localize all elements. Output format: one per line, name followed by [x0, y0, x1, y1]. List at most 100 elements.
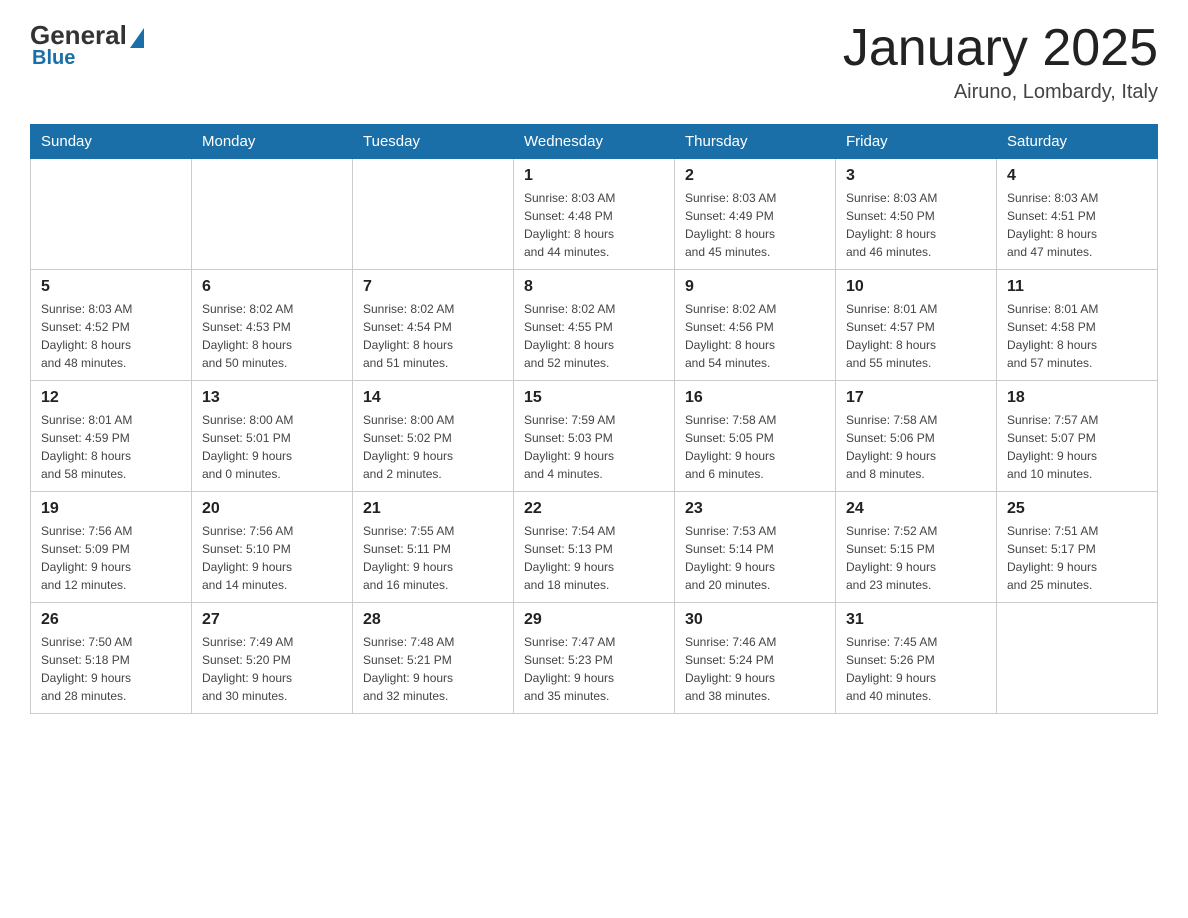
calendar-cell: 1 Sunrise: 8:03 AM Sunset: 4:48 PM Daylig… [514, 159, 675, 270]
title-section: January 2025 Airuno, Lombardy, Italy [843, 20, 1158, 104]
day-info: Sunrise: 8:03 AM Sunset: 4:48 PM Dayligh… [524, 189, 664, 261]
logo-triangle-icon [130, 28, 144, 48]
day-number: 19 [41, 500, 181, 518]
day-info: Sunrise: 7:55 AM Sunset: 5:11 PM Dayligh… [363, 522, 503, 594]
day-info: Sunrise: 8:00 AM Sunset: 5:02 PM Dayligh… [363, 411, 503, 483]
calendar-cell: 30 Sunrise: 7:46 AM Sunset: 5:24 PM Dayli… [675, 603, 836, 714]
day-info: Sunrise: 8:01 AM Sunset: 4:59 PM Dayligh… [41, 411, 181, 483]
calendar-cell: 8 Sunrise: 8:02 AM Sunset: 4:55 PM Daylig… [514, 270, 675, 381]
day-number: 26 [41, 611, 181, 629]
calendar-cell: 18 Sunrise: 7:57 AM Sunset: 5:07 PM Dayli… [997, 381, 1158, 492]
day-info: Sunrise: 7:58 AM Sunset: 5:06 PM Dayligh… [846, 411, 986, 483]
month-title: January 2025 [843, 20, 1158, 77]
calendar-cell: 21 Sunrise: 7:55 AM Sunset: 5:11 PM Dayli… [353, 492, 514, 603]
day-info: Sunrise: 7:52 AM Sunset: 5:15 PM Dayligh… [846, 522, 986, 594]
day-info: Sunrise: 7:45 AM Sunset: 5:26 PM Dayligh… [846, 633, 986, 705]
day-info: Sunrise: 7:51 AM Sunset: 5:17 PM Dayligh… [1007, 522, 1147, 594]
day-info: Sunrise: 7:46 AM Sunset: 5:24 PM Dayligh… [685, 633, 825, 705]
calendar-cell: 9 Sunrise: 8:02 AM Sunset: 4:56 PM Daylig… [675, 270, 836, 381]
day-number: 28 [363, 611, 503, 629]
day-info: Sunrise: 8:02 AM Sunset: 4:53 PM Dayligh… [202, 300, 342, 372]
day-info: Sunrise: 7:49 AM Sunset: 5:20 PM Dayligh… [202, 633, 342, 705]
day-info: Sunrise: 7:58 AM Sunset: 5:05 PM Dayligh… [685, 411, 825, 483]
day-number: 30 [685, 611, 825, 629]
calendar-cell: 15Sunrise: 7:59 AM Sunset: 5:03 PM Dayli… [514, 381, 675, 492]
day-info: Sunrise: 8:02 AM Sunset: 4:56 PM Dayligh… [685, 300, 825, 372]
calendar-cell: 22Sunrise: 7:54 AM Sunset: 5:13 PM Dayli… [514, 492, 675, 603]
day-info: Sunrise: 8:01 AM Sunset: 4:57 PM Dayligh… [846, 300, 986, 372]
calendar-week-5: 26 Sunrise: 7:50 AM Sunset: 5:18 PM Dayli… [31, 603, 1158, 714]
day-info: Sunrise: 8:01 AM Sunset: 4:58 PM Dayligh… [1007, 300, 1147, 372]
day-info: Sunrise: 8:03 AM Sunset: 4:49 PM Dayligh… [685, 189, 825, 261]
calendar-cell [31, 159, 192, 270]
calendar-cell: 29 Sunrise: 7:47 AM Sunset: 5:23 PM Dayli… [514, 603, 675, 714]
day-info: Sunrise: 8:03 AM Sunset: 4:52 PM Dayligh… [41, 300, 181, 372]
day-number: 9 [685, 278, 825, 296]
day-info: Sunrise: 8:00 AM Sunset: 5:01 PM Dayligh… [202, 411, 342, 483]
calendar-cell: 2 Sunrise: 8:03 AM Sunset: 4:49 PM Daylig… [675, 159, 836, 270]
day-info: Sunrise: 7:53 AM Sunset: 5:14 PM Dayligh… [685, 522, 825, 594]
day-number: 27 [202, 611, 342, 629]
page-header: General Blue January 2025 Airuno, Lombar… [30, 20, 1158, 104]
calendar-cell: 7 Sunrise: 8:02 AM Sunset: 4:54 PM Daylig… [353, 270, 514, 381]
day-number: 14 [363, 389, 503, 407]
calendar-cell: 6 Sunrise: 8:02 AM Sunset: 4:53 PM Daylig… [192, 270, 353, 381]
day-number: 2 [685, 167, 825, 185]
calendar-cell: 3 Sunrise: 8:03 AM Sunset: 4:50 PM Daylig… [836, 159, 997, 270]
calendar-cell: 19 Sunrise: 7:56 AM Sunset: 5:09 PM Dayli… [31, 492, 192, 603]
day-info: Sunrise: 8:02 AM Sunset: 4:55 PM Dayligh… [524, 300, 664, 372]
day-number: 21 [363, 500, 503, 518]
day-info: Sunrise: 8:02 AM Sunset: 4:54 PM Dayligh… [363, 300, 503, 372]
calendar-cell: 26 Sunrise: 7:50 AM Sunset: 5:18 PM Dayli… [31, 603, 192, 714]
day-info: Sunrise: 7:50 AM Sunset: 5:18 PM Dayligh… [41, 633, 181, 705]
day-number: 23 [685, 500, 825, 518]
day-number: 11 [1007, 278, 1147, 296]
day-number: 12 [41, 389, 181, 407]
calendar-header-wednesday: Wednesday [514, 125, 675, 159]
calendar-header-thursday: Thursday [675, 125, 836, 159]
day-info: Sunrise: 7:54 AM Sunset: 5:13 PM Dayligh… [524, 522, 664, 594]
calendar-cell: 31Sunrise: 7:45 AM Sunset: 5:26 PM Dayli… [836, 603, 997, 714]
calendar-cell: 16 Sunrise: 7:58 AM Sunset: 5:05 PM Dayli… [675, 381, 836, 492]
day-info: Sunrise: 8:03 AM Sunset: 4:50 PM Dayligh… [846, 189, 986, 261]
calendar-week-1: 1 Sunrise: 8:03 AM Sunset: 4:48 PM Daylig… [31, 159, 1158, 270]
calendar-header-tuesday: Tuesday [353, 125, 514, 159]
calendar-cell: 10 Sunrise: 8:01 AM Sunset: 4:57 PM Dayli… [836, 270, 997, 381]
day-number: 17 [846, 389, 986, 407]
day-number: 10 [846, 278, 986, 296]
calendar-header-row: SundayMondayTuesdayWednesdayThursdayFrid… [31, 125, 1158, 159]
day-number: 3 [846, 167, 986, 185]
day-number: 16 [685, 389, 825, 407]
calendar-cell: 4Sunrise: 8:03 AM Sunset: 4:51 PM Daylig… [997, 159, 1158, 270]
day-info: Sunrise: 7:47 AM Sunset: 5:23 PM Dayligh… [524, 633, 664, 705]
day-number: 7 [363, 278, 503, 296]
day-info: Sunrise: 7:56 AM Sunset: 5:09 PM Dayligh… [41, 522, 181, 594]
calendar-table: SundayMondayTuesdayWednesdayThursdayFrid… [30, 124, 1158, 714]
logo-blue-text: Blue [32, 47, 75, 70]
calendar-cell: 12 Sunrise: 8:01 AM Sunset: 4:59 PM Dayli… [31, 381, 192, 492]
calendar-header-monday: Monday [192, 125, 353, 159]
calendar-cell: 14 Sunrise: 8:00 AM Sunset: 5:02 PM Dayli… [353, 381, 514, 492]
day-info: Sunrise: 7:59 AM Sunset: 5:03 PM Dayligh… [524, 411, 664, 483]
day-number: 24 [846, 500, 986, 518]
day-number: 29 [524, 611, 664, 629]
day-number: 18 [1007, 389, 1147, 407]
calendar-cell: 17 Sunrise: 7:58 AM Sunset: 5:06 PM Dayli… [836, 381, 997, 492]
day-info: Sunrise: 7:57 AM Sunset: 5:07 PM Dayligh… [1007, 411, 1147, 483]
calendar-cell: 25Sunrise: 7:51 AM Sunset: 5:17 PM Dayli… [997, 492, 1158, 603]
calendar-cell: 11 Sunrise: 8:01 AM Sunset: 4:58 PM Dayli… [997, 270, 1158, 381]
day-number: 5 [41, 278, 181, 296]
calendar-cell: 23 Sunrise: 7:53 AM Sunset: 5:14 PM Dayli… [675, 492, 836, 603]
day-number: 20 [202, 500, 342, 518]
calendar-cell: 5 Sunrise: 8:03 AM Sunset: 4:52 PM Daylig… [31, 270, 192, 381]
day-number: 1 [524, 167, 664, 185]
calendar-cell [997, 603, 1158, 714]
calendar-cell: 24 Sunrise: 7:52 AM Sunset: 5:15 PM Dayli… [836, 492, 997, 603]
calendar-cell: 27 Sunrise: 7:49 AM Sunset: 5:20 PM Dayli… [192, 603, 353, 714]
day-number: 8 [524, 278, 664, 296]
calendar-cell [353, 159, 514, 270]
calendar-cell: 20Sunrise: 7:56 AM Sunset: 5:10 PM Dayli… [192, 492, 353, 603]
calendar-cell: 28Sunrise: 7:48 AM Sunset: 5:21 PM Dayli… [353, 603, 514, 714]
day-number: 6 [202, 278, 342, 296]
calendar-week-2: 5 Sunrise: 8:03 AM Sunset: 4:52 PM Daylig… [31, 270, 1158, 381]
